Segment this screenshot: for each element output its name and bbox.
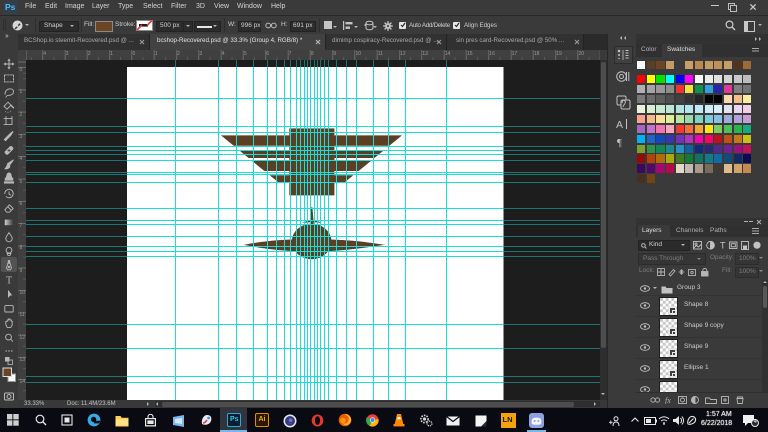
svg-text:A: A (616, 119, 623, 131)
svg-text:T: T (6, 276, 12, 287)
svg-text:¶: ¶ (617, 138, 622, 148)
svg-text:T: T (720, 241, 726, 250)
svg-text:fx: fx (665, 396, 671, 404)
